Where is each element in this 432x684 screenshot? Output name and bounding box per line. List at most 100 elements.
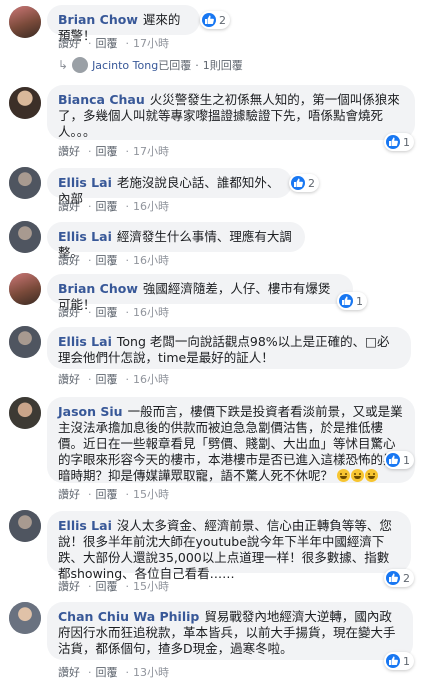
reply-link[interactable]: 回覆 bbox=[96, 145, 118, 158]
like-icon bbox=[291, 176, 305, 190]
comment-bubble: Chan Chiu Wa Philip 貿易戰發內地經濟大逆轉，國內政府因行水而狂… bbox=[47, 602, 413, 660]
reply-link[interactable]: 回覆 bbox=[96, 306, 118, 319]
comment-actions: 讚好 · 回覆 · 15小時 bbox=[58, 580, 169, 593]
reply-link[interactable]: 回覆 bbox=[96, 200, 118, 213]
avatar[interactable] bbox=[9, 273, 41, 305]
comment-time[interactable]: 16小時 bbox=[133, 306, 169, 319]
like-icon bbox=[386, 654, 400, 668]
comment-bubble: Brian Chow 強國經濟隨差，人仔、樓市有爆煲可能！ bbox=[47, 274, 353, 312]
comment-actions: 讚好 · 回覆 · 15小時 bbox=[58, 488, 169, 501]
reaction-count[interactable]: 1 bbox=[384, 451, 414, 469]
reply-link[interactable]: 回覆 bbox=[96, 37, 118, 50]
reply-link[interactable]: 回覆 bbox=[96, 488, 118, 501]
avatar-image bbox=[9, 397, 41, 429]
avatar-image bbox=[9, 87, 41, 119]
avatar[interactable] bbox=[9, 602, 41, 634]
avatar bbox=[72, 57, 89, 73]
like-link[interactable]: 讚好 bbox=[58, 254, 80, 267]
avatar[interactable] bbox=[9, 510, 41, 542]
reaction-number: 1 bbox=[403, 135, 410, 149]
reaction-count[interactable]: 2 bbox=[289, 174, 319, 192]
comment-actions: 讚好 · 回覆 · 17小時 bbox=[58, 37, 169, 50]
reaction-number: 2 bbox=[219, 13, 226, 27]
comment-bubble: Ellis Lai 老施沒說良心話、誰都知外、內部 bbox=[47, 168, 292, 206]
reply-link[interactable]: 回覆 bbox=[96, 666, 118, 679]
reply-link[interactable]: 回覆 bbox=[96, 254, 118, 267]
avatar[interactable] bbox=[9, 326, 41, 358]
avatar-image bbox=[9, 602, 41, 634]
comment-author[interactable]: Brian Chow bbox=[58, 281, 138, 296]
like-link[interactable]: 讚好 bbox=[58, 580, 80, 593]
comment-bubble: Ellis Lai Tong 老闆一向說話觀点98%以上是正確的、□必理会他們什怎… bbox=[47, 327, 411, 369]
avatar-image bbox=[9, 510, 41, 542]
comment-time[interactable]: 15小時 bbox=[133, 488, 169, 501]
reaction-count[interactable]: 1 bbox=[384, 652, 414, 670]
avatar[interactable] bbox=[9, 87, 41, 119]
reaction-count[interactable]: 1 bbox=[384, 133, 414, 151]
comment-bubble: Ellis Lai 沒人太多資金、經濟前景、信心由正轉負等等、您說！很多半年前沈大… bbox=[47, 511, 411, 581]
like-link[interactable]: 讚好 bbox=[58, 200, 80, 213]
laughing-emoji-icon bbox=[337, 468, 379, 483]
like-link[interactable]: 讚好 bbox=[58, 373, 80, 386]
like-icon bbox=[386, 571, 400, 585]
comment-actions: 讚好 · 回覆 · 16小時 bbox=[58, 254, 169, 267]
avatar[interactable] bbox=[9, 397, 41, 429]
comment-actions: 讚好 · 回覆 · 16小時 bbox=[58, 200, 169, 213]
reply-thread-name: Jacinto Tong bbox=[92, 58, 159, 72]
like-icon bbox=[339, 294, 353, 308]
comment-actions: 讚好 · 回覆 · 17小時 bbox=[58, 145, 169, 158]
comment-bubble: Ellis Lai 經濟發生什么事情、理應有大調整。 bbox=[47, 222, 305, 260]
avatar[interactable] bbox=[9, 221, 41, 253]
like-link[interactable]: 讚好 bbox=[58, 666, 80, 679]
comment-time[interactable]: 16小時 bbox=[133, 254, 169, 267]
reaction-count[interactable]: 2 bbox=[200, 11, 230, 29]
like-link[interactable]: 讚好 bbox=[58, 145, 80, 158]
comment-time[interactable]: 16小時 bbox=[133, 200, 169, 213]
reaction-number: 2 bbox=[308, 176, 315, 190]
comment-time[interactable]: 16小時 bbox=[133, 373, 169, 386]
comment-bubble: Jason Siu 一般而言，樓價下跌是投資者看淡前景，又或是業主沒法承擔加息後的… bbox=[47, 397, 415, 483]
comment-bubble: Bianca Chau 火災警發生之初係無人知的，第一個叫係狼來了，多幾個人叫就等… bbox=[47, 85, 415, 140]
avatar-image bbox=[9, 326, 41, 358]
reaction-number: 2 bbox=[403, 571, 410, 585]
reaction-count[interactable]: 2 bbox=[384, 569, 414, 587]
comment-bubble: Brian Chow 遲來的預警！ bbox=[47, 5, 200, 43]
reaction-count[interactable]: 1 bbox=[337, 292, 367, 310]
reaction-number: 1 bbox=[403, 654, 410, 668]
like-link[interactable]: 讚好 bbox=[58, 37, 80, 50]
avatar-image bbox=[9, 6, 41, 38]
comment-time[interactable]: 17小時 bbox=[133, 37, 169, 50]
like-icon bbox=[202, 13, 216, 27]
comment-actions: 讚好 · 回覆 · 13小時 bbox=[58, 666, 169, 679]
like-link[interactable]: 讚好 bbox=[58, 306, 80, 319]
comment-author[interactable]: Ellis Lai bbox=[58, 229, 112, 244]
reply-thread-suffix: 已回覆 bbox=[158, 59, 192, 72]
comment-author[interactable]: Ellis Lai bbox=[58, 518, 112, 533]
comment-author[interactable]: Chan Chiu Wa Philip bbox=[58, 609, 199, 624]
comment-author[interactable]: Ellis Lai bbox=[58, 175, 112, 190]
reaction-number: 1 bbox=[356, 294, 363, 308]
reaction-number: 1 bbox=[403, 453, 410, 467]
reply-link[interactable]: 回覆 bbox=[96, 580, 118, 593]
comment-author[interactable]: Bianca Chau bbox=[58, 92, 145, 107]
like-icon bbox=[386, 453, 400, 467]
comment-author[interactable]: Ellis Lai bbox=[58, 334, 112, 349]
like-icon bbox=[386, 135, 400, 149]
comment-author[interactable]: Brian Chow bbox=[58, 12, 138, 27]
comment-time[interactable]: 13小時 bbox=[133, 666, 169, 679]
avatar-image bbox=[9, 221, 41, 253]
comment-author[interactable]: Jason Siu bbox=[58, 404, 123, 419]
reply-arrow-icon: ↳ bbox=[58, 58, 69, 72]
avatar[interactable] bbox=[9, 6, 41, 38]
avatar-image bbox=[9, 167, 41, 199]
reply-count: 1則回覆 bbox=[202, 59, 243, 72]
comment-actions: 讚好 · 回覆 · 16小時 bbox=[58, 373, 169, 386]
comment-actions: 讚好 · 回覆 · 16小時 bbox=[58, 306, 169, 319]
avatar[interactable] bbox=[9, 167, 41, 199]
comment-time[interactable]: 15小時 bbox=[133, 580, 169, 593]
reply-link[interactable]: 回覆 bbox=[96, 373, 118, 386]
comment-time[interactable]: 17小時 bbox=[133, 145, 169, 158]
like-link[interactable]: 讚好 bbox=[58, 488, 80, 501]
avatar-image bbox=[9, 273, 41, 305]
reply-thread[interactable]: ↳ Jacinto Tong 已回覆 · 1則回覆 bbox=[58, 57, 243, 73]
